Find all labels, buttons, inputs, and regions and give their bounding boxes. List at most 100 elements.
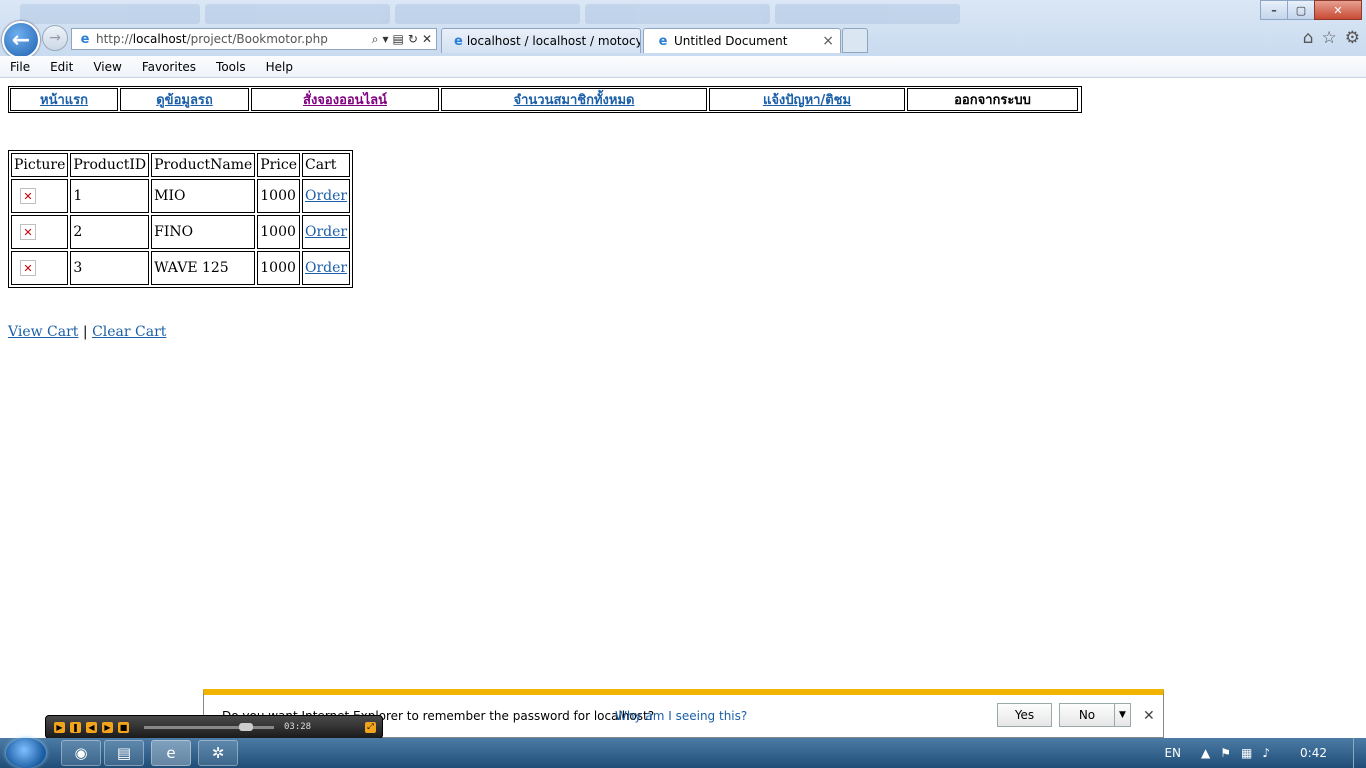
header-cart: Cart <box>301 153 351 177</box>
tab-label: Untitled Document <box>674 34 788 48</box>
product-table: Picture ProductID ProductName Price Cart… <box>8 150 354 288</box>
table-row: ✕ 2 FINO 1000 Order <box>11 215 351 249</box>
picture-cell: ✕ <box>11 251 69 285</box>
tray-expand-icon[interactable]: ▲ <box>1201 746 1210 760</box>
nav-car-info-link[interactable]: ดูข้อมูลรถ <box>156 89 213 110</box>
home-icon[interactable]: ⌂ <box>1303 28 1314 48</box>
close-notification-icon[interactable]: ✕ <box>1143 708 1155 724</box>
ie-taskbar-icon[interactable]: e <box>151 740 191 766</box>
background-windows <box>0 2 1000 24</box>
view-cart-link[interactable]: View Cart <box>8 324 78 340</box>
previous-icon[interactable]: ◀ <box>86 721 97 733</box>
yes-button[interactable]: Yes <box>997 703 1052 727</box>
order-link[interactable]: Order <box>305 188 347 204</box>
menu-file[interactable]: File <box>0 60 40 74</box>
nav-book-online-link[interactable]: สั่งจองออนไลน์ <box>303 89 387 110</box>
ghost-tab <box>585 4 770 24</box>
back-button[interactable]: ← <box>2 21 40 59</box>
favorites-star-icon[interactable]: ☆ <box>1322 28 1337 48</box>
search-icon[interactable]: ⌕ <box>372 32 379 47</box>
arrow-right-icon: → <box>49 30 61 46</box>
nav-cell: ออกจากระบบ <box>907 88 1078 111</box>
gear-icon[interactable]: ⚙ <box>1345 28 1360 48</box>
menu-tools[interactable]: Tools <box>206 60 256 74</box>
nav-members-link[interactable]: จำนวนสมาชิกทั้งหมด <box>514 89 635 110</box>
ie-page-icon: e <box>80 31 90 47</box>
url-scheme: http:// <box>96 32 133 46</box>
compat-view-icon[interactable]: ▤ <box>393 32 404 47</box>
system-tray: EN ▲ ⚑ ▦ ♪ 0:42 <box>1164 738 1366 768</box>
no-button[interactable]: No <box>1059 703 1115 727</box>
browser-right-icons: ⌂ ☆ ⚙ <box>1303 28 1360 48</box>
language-indicator[interactable]: EN <box>1164 746 1181 760</box>
close-window-button[interactable]: ✕ <box>1314 0 1362 20</box>
url-path: /project/Bookmotor.php <box>186 32 328 46</box>
address-url[interactable]: http://localhost/project/Bookmotor.php <box>96 32 372 46</box>
product-name: FINO <box>151 215 256 249</box>
cart-links: View Cart | Clear Cart <box>8 324 166 340</box>
explorer-taskbar-icon[interactable]: ▤ <box>104 740 144 766</box>
nav-logout[interactable]: ออกจากระบบ <box>954 89 1031 110</box>
pause-icon[interactable]: ❚ <box>70 721 81 733</box>
order-link[interactable]: Order <box>305 260 347 276</box>
play-icon[interactable]: ▶ <box>54 721 65 733</box>
ie-tab-icon: e <box>658 33 668 49</box>
new-tab-button[interactable] <box>842 28 868 53</box>
ghost-tab <box>395 4 580 24</box>
clear-cart-link[interactable]: Clear Cart <box>92 324 166 340</box>
chevron-down-icon: ▼ <box>1119 710 1126 720</box>
maximize-button[interactable]: ▢ <box>1287 0 1315 20</box>
cart-cell: Order <box>301 215 351 249</box>
product-name: WAVE 125 <box>151 251 256 285</box>
stop-icon[interactable]: ✕ <box>422 32 432 47</box>
order-link[interactable]: Order <box>305 224 347 240</box>
arrow-left-icon: ← <box>11 27 31 53</box>
clock[interactable]: 0:42 <box>1300 746 1327 760</box>
nav-home-link[interactable]: หน้าแรก <box>40 89 88 110</box>
nav-cell: หน้าแรก <box>10 88 118 111</box>
menu-favorites[interactable]: Favorites <box>132 60 206 74</box>
address-bar[interactable]: e http://localhost/project/Bookmotor.php… <box>71 28 437 50</box>
nav-cell: จำนวนสมาชิกทั้งหมด <box>441 88 707 111</box>
forward-button[interactable]: → <box>42 25 68 51</box>
menu-view[interactable]: View <box>83 60 131 74</box>
chrome-taskbar-icon[interactable]: ◉ <box>61 740 101 766</box>
close-tab-icon[interactable]: × <box>822 33 834 49</box>
next-icon[interactable]: ▶ <box>102 721 113 733</box>
show-desktop-button[interactable] <box>1353 738 1366 768</box>
tab-phpmyadmin[interactable]: e localhost / localhost / motocy... <box>441 28 641 53</box>
tab-untitled-document[interactable]: e Untitled Document × <box>643 28 841 53</box>
broken-image-icon: ✕ <box>20 224 36 240</box>
seek-knob[interactable] <box>239 722 253 731</box>
stop-icon[interactable]: ■ <box>118 721 129 733</box>
window-controls: – ▢ ✕ <box>1260 0 1362 20</box>
header-picture: Picture <box>11 153 69 177</box>
header-productname: ProductName <box>151 153 256 177</box>
refresh-icon[interactable]: ↻ <box>408 32 418 47</box>
ghost-tab <box>775 4 960 24</box>
minimize-button[interactable]: – <box>1260 0 1288 20</box>
app-taskbar-icon[interactable]: ✲ <box>198 740 238 766</box>
picture-cell: ✕ <box>11 215 69 249</box>
broken-image-icon: ✕ <box>20 188 36 204</box>
expand-icon[interactable]: ⤢ <box>365 721 376 733</box>
menu-help[interactable]: Help <box>256 60 303 74</box>
product-id: 2 <box>70 215 150 249</box>
nav-cell: ดูข้อมูลรถ <box>120 88 249 111</box>
product-price: 1000 <box>257 251 300 285</box>
no-dropdown-button[interactable]: ▼ <box>1114 703 1131 727</box>
menu-edit[interactable]: Edit <box>40 60 83 74</box>
page-content: หน้าแรก ดูข้อมูลรถ สั่งจองออนไลน์ จำนวนส… <box>0 78 1366 690</box>
media-player: ▶ ❚ ◀ ▶ ■ 03:28 ⤢ <box>45 715 383 739</box>
seek-slider[interactable] <box>144 722 274 731</box>
start-button[interactable] <box>6 738 46 768</box>
ghost-tab <box>205 4 390 24</box>
nav-feedback-link[interactable]: แจ้งปัญหา/ติชม <box>763 89 851 110</box>
product-price: 1000 <box>257 215 300 249</box>
why-link[interactable]: Why am I seeing this? <box>615 709 747 723</box>
network-icon[interactable]: ▦ <box>1241 746 1252 760</box>
dropdown-icon[interactable]: ▾ <box>383 32 389 47</box>
volume-icon[interactable]: ♪ <box>1262 746 1270 760</box>
url-host: localhost <box>132 32 187 46</box>
action-center-flag-icon[interactable]: ⚑ <box>1220 746 1231 760</box>
